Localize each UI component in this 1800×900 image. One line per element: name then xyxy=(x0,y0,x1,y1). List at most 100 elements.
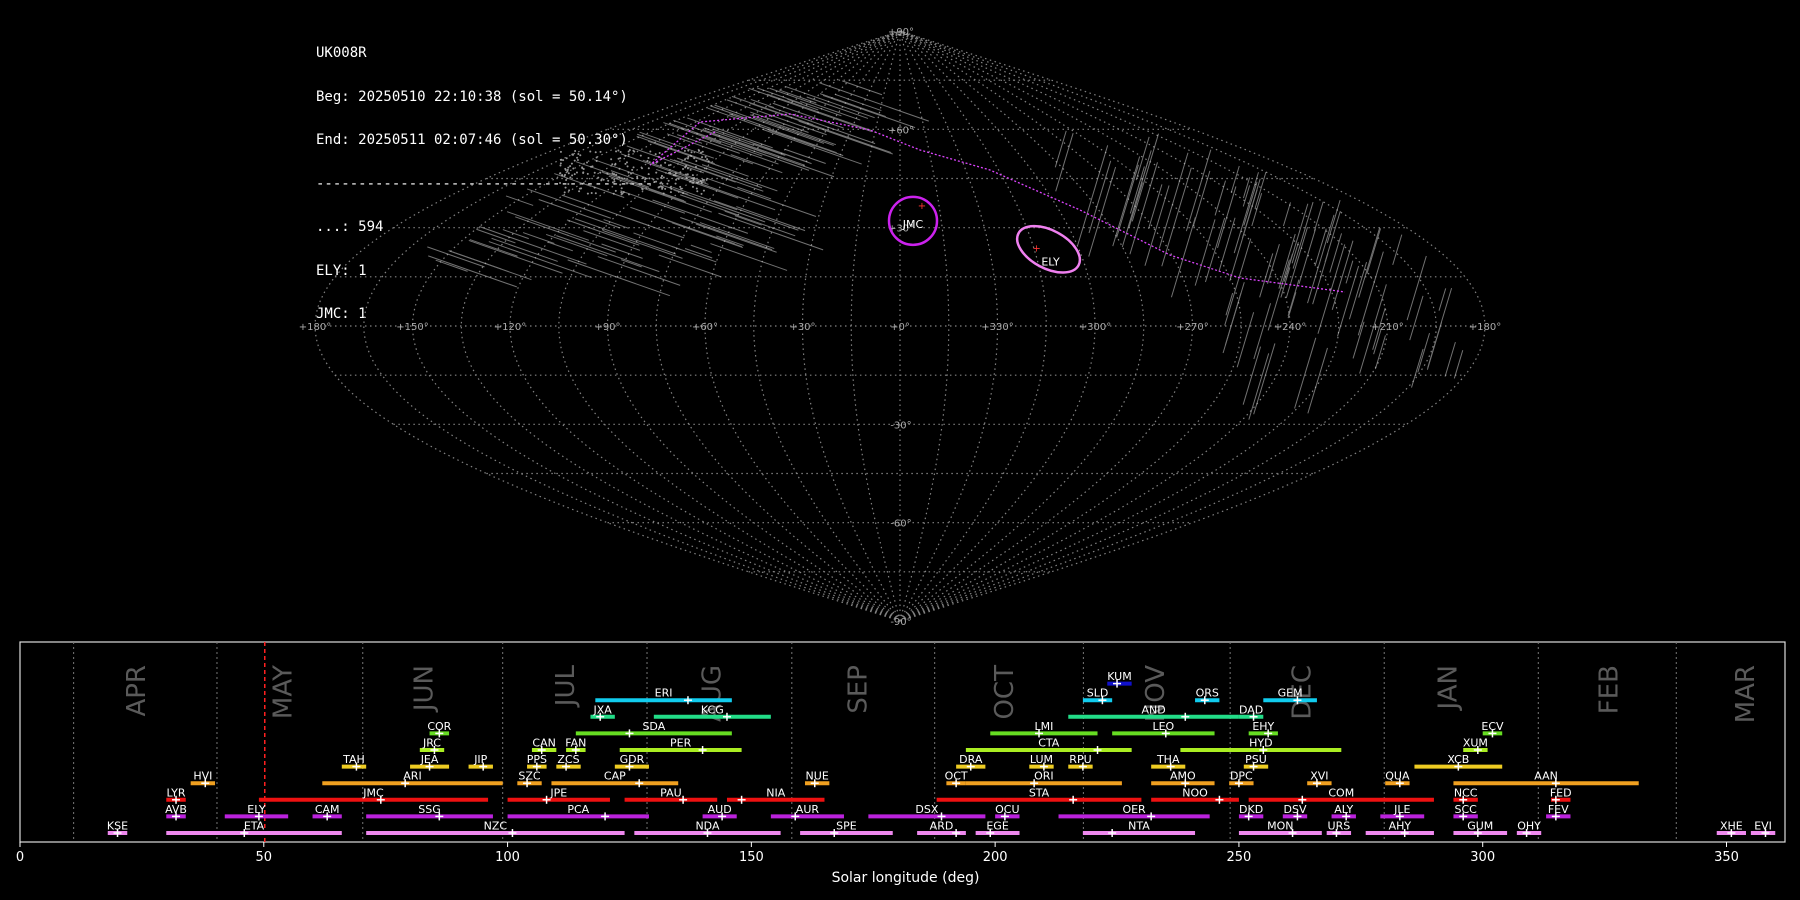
month-label-jul: JUL xyxy=(551,664,581,708)
shower-ohy: OHY xyxy=(1516,820,1542,837)
shower-label: DRA xyxy=(959,753,983,766)
shower-label: NUE xyxy=(806,770,829,783)
shower-jrc: JRC xyxy=(419,737,445,754)
shower-can: CAN xyxy=(531,737,557,754)
month-label-feb: FEB xyxy=(1594,665,1624,714)
shower-jxa: JXA xyxy=(590,703,615,721)
shower-label: JLE xyxy=(1393,803,1410,816)
shower-label: ORS xyxy=(1196,687,1219,700)
shower-oct: OCT xyxy=(945,770,968,788)
shower-label: CAN xyxy=(532,737,555,750)
month-label-sep: SEP xyxy=(844,665,874,714)
shower-ard: ARD xyxy=(917,820,966,837)
shower-label: JXA xyxy=(592,703,612,716)
shower-label: EVI xyxy=(1754,820,1772,833)
shower-cor: COR xyxy=(427,720,452,738)
shower-label: ERI xyxy=(655,687,673,700)
shower-hyd: HYD xyxy=(1180,737,1342,754)
shower-label: NDA xyxy=(695,820,720,833)
shower-label: ZCS xyxy=(557,753,579,766)
shower-label: QUA xyxy=(1385,770,1410,783)
shower-jle: JLE xyxy=(1380,803,1425,821)
shower-ors: ORS xyxy=(1195,687,1220,705)
shower-scc: SCC xyxy=(1453,803,1478,821)
shower-ocu: OCU xyxy=(995,803,1020,821)
shower-label: ETA xyxy=(244,820,265,833)
shower-com: COM xyxy=(1248,786,1434,804)
shower-label: PPS xyxy=(527,753,547,766)
x-tick-label: 250 xyxy=(1227,850,1252,865)
shower-and: AND xyxy=(1068,703,1239,721)
month-label-mar: MAR xyxy=(1731,665,1761,723)
shower-ahy: AHY xyxy=(1365,820,1434,837)
shower-label: JEA xyxy=(420,753,439,766)
shower-spe: SPE xyxy=(800,820,893,837)
x-tick-label: 100 xyxy=(495,850,520,865)
shower-dad: DAD xyxy=(1238,703,1264,721)
shower-label: NOO xyxy=(1182,786,1208,799)
shower-dsv: DSV xyxy=(1282,803,1308,821)
shower-cam: CAM xyxy=(312,803,342,821)
shower-label: PSU xyxy=(1245,753,1267,766)
shower-label: NCC xyxy=(1454,786,1478,799)
shower-label: SSG xyxy=(418,803,441,816)
shower-label: LMI xyxy=(1034,720,1053,733)
shower-tah: TAH xyxy=(341,753,367,771)
shower-label: AMO xyxy=(1170,770,1196,783)
shower-label: JPE xyxy=(549,786,567,799)
shower-urs: URS xyxy=(1326,820,1352,837)
shower-sld: SLD xyxy=(1082,687,1113,705)
shower-label: AVB xyxy=(165,803,187,816)
shower-mon: MON xyxy=(1238,820,1322,837)
shower-label: SZC xyxy=(518,770,541,783)
x-axis: 0 50 100 150 200 250 300 350 Solar longitude (de… xyxy=(16,842,1739,886)
shower-ely: ELY xyxy=(224,803,289,821)
shower-gdr: GDR xyxy=(614,753,649,771)
shower-label: CAM xyxy=(315,803,340,816)
shower-aan: AAN xyxy=(1453,770,1639,788)
shower-xum: XUM xyxy=(1463,737,1488,754)
x-tick-label: 350 xyxy=(1714,850,1739,865)
shower-pau: PAU xyxy=(624,786,718,804)
shower-label: DPC xyxy=(1230,770,1253,783)
shower-ncc: NCC xyxy=(1453,786,1478,804)
shower-aur: AUR xyxy=(770,803,844,821)
x-axis-label: Solar longitude (deg) xyxy=(832,870,980,886)
shower-amo: AMO xyxy=(1151,770,1215,788)
shower-label: OER xyxy=(1122,803,1146,816)
shower-label: PAU xyxy=(660,786,682,799)
shower-lmi: LMI xyxy=(990,720,1098,738)
shower-label: GEM xyxy=(1278,687,1303,700)
shower-cta: CTA xyxy=(965,737,1132,754)
shower-noo: NOO xyxy=(1151,786,1239,804)
shower-label: OHY xyxy=(1517,820,1541,833)
shower-label: JMC xyxy=(362,786,384,799)
x-tick-label: 200 xyxy=(983,850,1008,865)
shower-dpc: DPC xyxy=(1229,770,1254,788)
shower-label: OCT xyxy=(945,770,968,783)
shower-ecv: ECV xyxy=(1481,720,1504,738)
shower-label: ELY xyxy=(247,803,266,816)
shower-label: AUR xyxy=(796,803,820,816)
shower-hvi: HVI xyxy=(190,770,216,788)
shower-label: ECV xyxy=(1481,720,1504,733)
shower-label: FED xyxy=(1550,786,1572,799)
shower-lum: LUM xyxy=(1029,753,1054,771)
shower-label: COR xyxy=(427,720,451,733)
shower-label: FAN xyxy=(565,737,586,750)
shower-label: COM xyxy=(1328,786,1354,799)
shower-label: AND xyxy=(1141,703,1165,716)
shower-label: PCA xyxy=(567,803,589,816)
month-label-apr: APR xyxy=(122,665,152,717)
shower-nue: NUE xyxy=(804,770,830,788)
shower-label: SPE xyxy=(836,820,857,833)
shower-pps: PPS xyxy=(527,753,547,771)
shower-rpu: RPU xyxy=(1068,753,1093,771)
shower-label: GUM xyxy=(1467,820,1493,833)
shower-nia: NIA xyxy=(726,786,825,804)
shower-evi: EVI xyxy=(1750,820,1776,837)
shower-label: DSV xyxy=(1284,803,1307,816)
shower-per: PER xyxy=(619,737,742,754)
shower-ori: ORI xyxy=(965,770,1122,788)
month-label-oct: OCT xyxy=(990,665,1020,720)
